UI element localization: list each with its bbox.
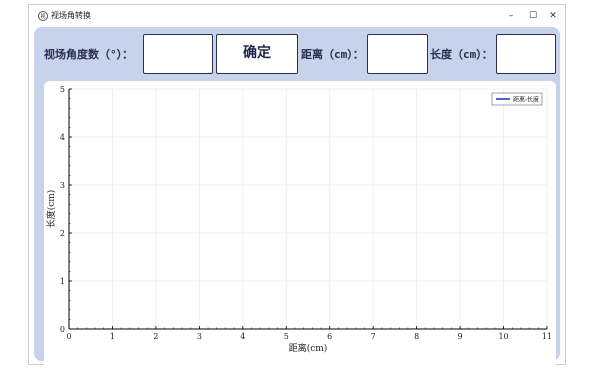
x-ticks: 0 1 2 3 4 5 6 7 8 9 10 11 xyxy=(66,326,552,341)
main-area: 视场角度数（°）： 确定 距离（cm）： 长度（cm）： 0 1 2 3 4 5 6 7 8 9 1… xyxy=(34,27,560,371)
x-tick-label: 10 xyxy=(498,332,508,341)
x-tick-label: 11 xyxy=(542,332,552,341)
chart-legend: 距离-长度 xyxy=(491,92,543,106)
close-button[interactable]: ✕ xyxy=(543,8,563,24)
y-tick-label: 4 xyxy=(60,133,65,142)
x-tick-label: 8 xyxy=(414,332,419,341)
x-tick-label: 7 xyxy=(371,332,376,341)
minor-ticks xyxy=(68,88,548,330)
distance-label: 距离（cm）： xyxy=(301,48,364,61)
maximize-button[interactable]: ☐ xyxy=(523,8,543,24)
x-tick-label: 5 xyxy=(284,332,289,341)
y-tick-label: 2 xyxy=(60,229,65,238)
x-tick-label: 2 xyxy=(153,332,158,341)
title-bar: 视 视场角转换 – ☐ ✕ xyxy=(29,5,565,29)
angle-input[interactable] xyxy=(143,34,213,74)
line-chart: 0 1 2 3 4 5 6 7 8 9 10 11 0 1 2 3 4 5 距离(cm) 长度(cm) 距离-长… xyxy=(45,85,552,354)
y-tick-label: 3 xyxy=(60,181,65,190)
length-input[interactable] xyxy=(496,34,556,74)
length-label: 长度（cm）： xyxy=(430,48,493,61)
legend-label: 距离-长度 xyxy=(513,96,539,104)
confirm-button[interactable]: 确定 xyxy=(216,34,298,74)
grid-lines xyxy=(68,88,548,330)
y-tick-label: 0 xyxy=(60,325,65,334)
angle-label: 视场角度数（°）： xyxy=(44,48,134,61)
x-tick-label: 9 xyxy=(458,332,463,341)
plot-panel: 0 1 2 3 4 5 6 7 8 9 10 11 0 1 2 3 4 5 距离(cm) 长度(cm) 距离-长… xyxy=(44,81,556,371)
x-tick-label: 1 xyxy=(110,332,115,341)
app-window: 视 视场角转换 – ☐ ✕ 视场角度数（°）： 确定 距离（cm）： 长度（cm… xyxy=(28,4,566,371)
y-ticks: 0 1 2 3 4 5 xyxy=(60,85,72,334)
y-tick-label: 5 xyxy=(60,85,65,94)
app-icon: 视 xyxy=(38,11,48,21)
y-axis-label: 长度(cm) xyxy=(45,190,57,229)
x-tick-label: 0 xyxy=(66,332,71,341)
x-tick-label: 6 xyxy=(327,332,332,341)
x-axis-label: 距离(cm) xyxy=(289,342,328,354)
window-title: 视场角转换 xyxy=(51,11,91,20)
minimize-button[interactable]: – xyxy=(501,8,521,24)
y-tick-label: 1 xyxy=(60,277,65,286)
x-tick-label: 4 xyxy=(240,332,245,341)
distance-input[interactable] xyxy=(367,34,428,74)
x-tick-label: 3 xyxy=(197,332,202,341)
